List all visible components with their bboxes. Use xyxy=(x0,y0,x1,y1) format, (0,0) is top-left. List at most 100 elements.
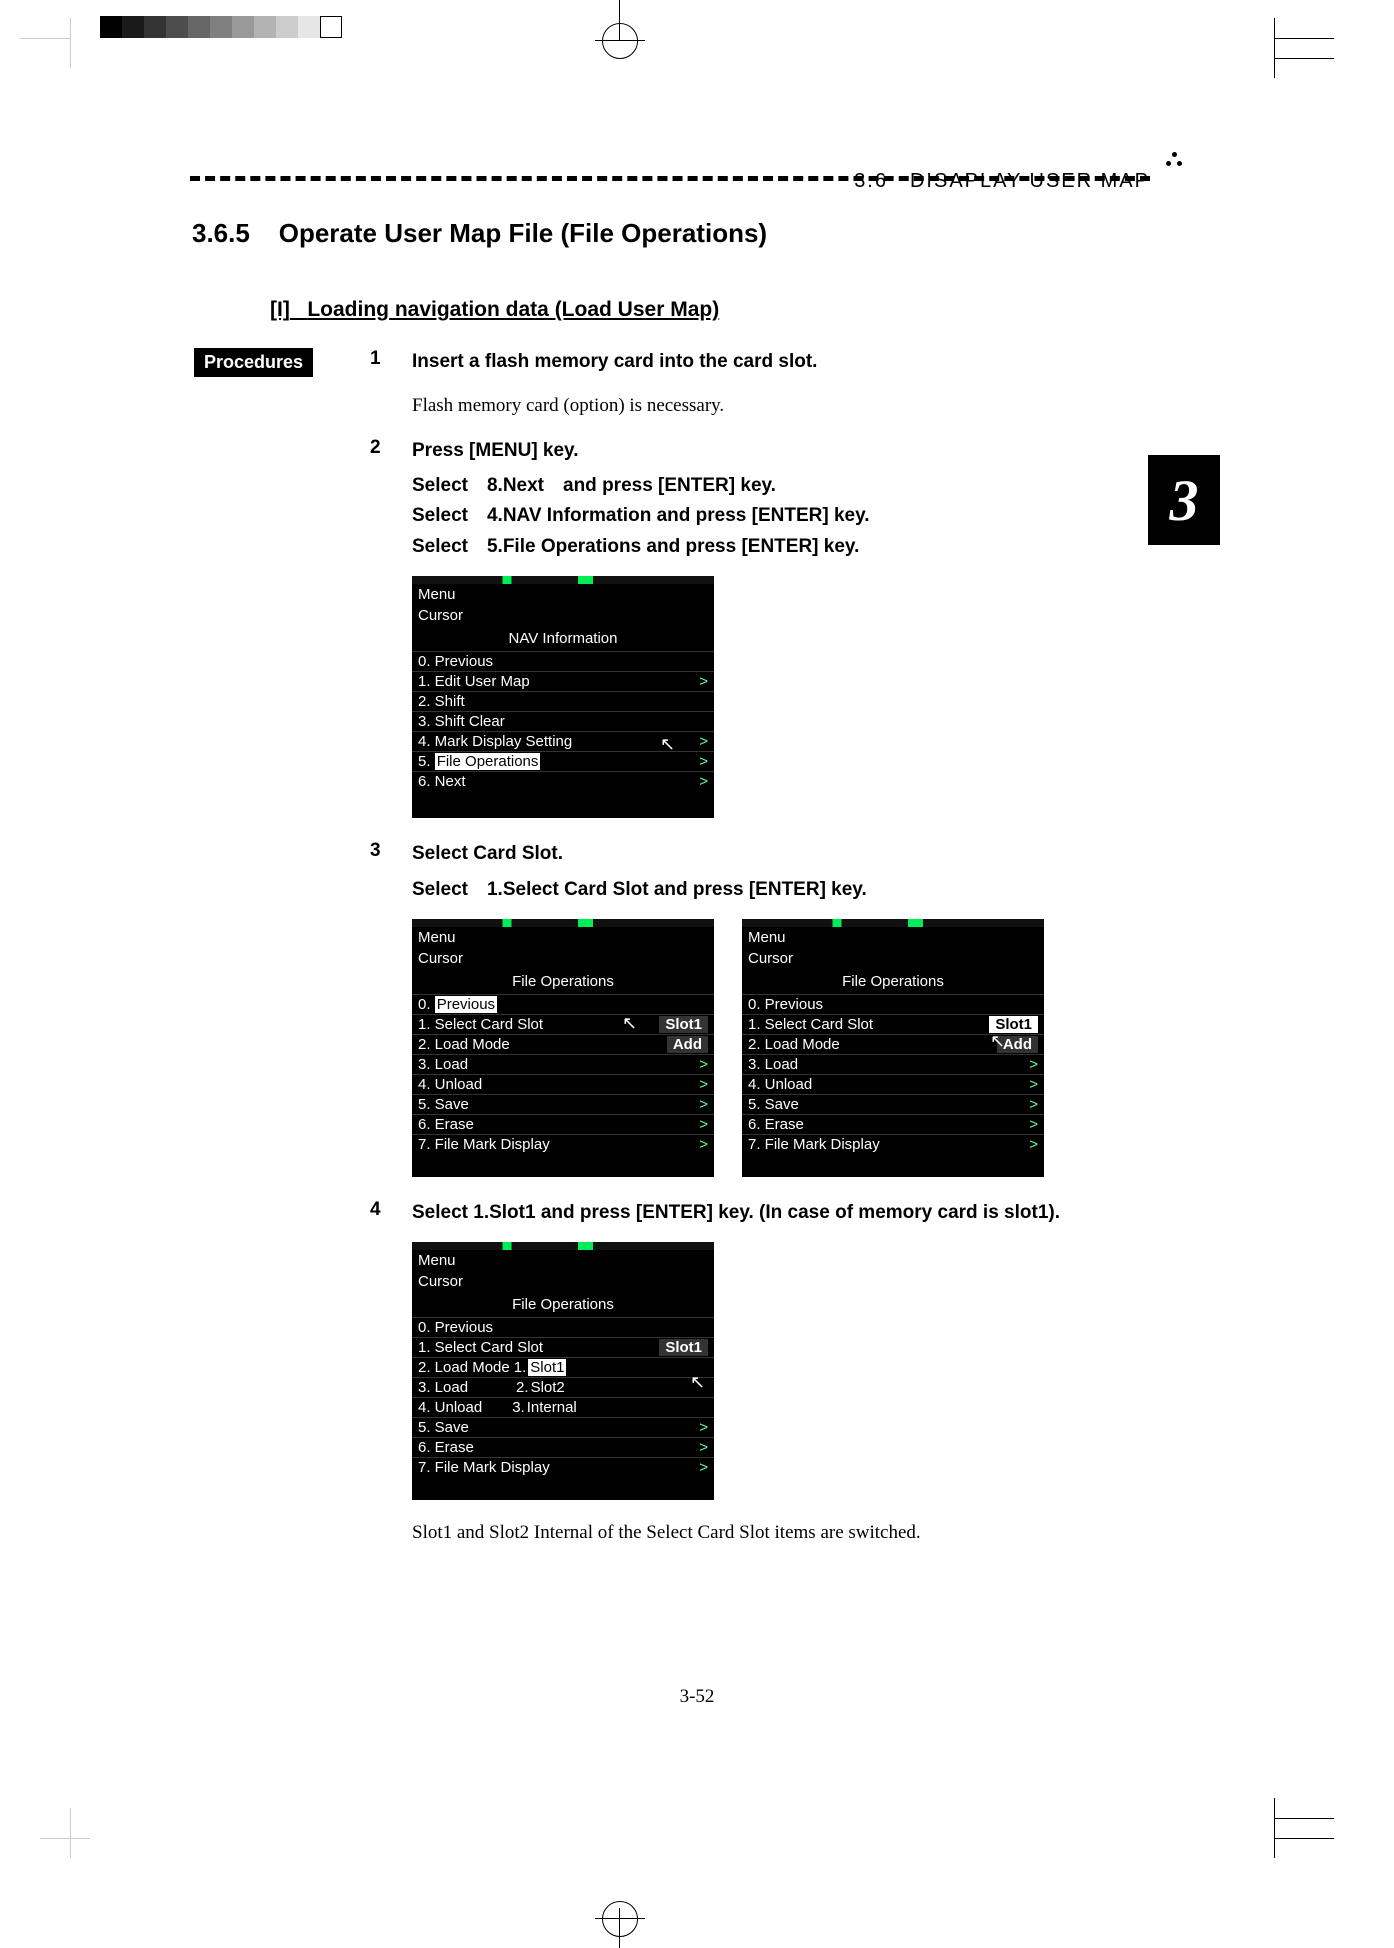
menu-item[interactable]: 0. Previous xyxy=(742,994,1044,1014)
menu-label: Menu xyxy=(412,1250,714,1271)
menu-item[interactable]: 5. Save> xyxy=(412,1417,714,1437)
step-title: Select Card Slot. xyxy=(412,840,563,869)
step-title: Press [MENU] key. xyxy=(412,437,579,466)
sub-label: [I] xyxy=(270,298,290,321)
panel-title: File Operations xyxy=(742,973,1044,990)
menu-item[interactable]: 1. Select Card SlotSlot1 xyxy=(412,1337,714,1357)
step-number: 4 xyxy=(370,1199,412,1221)
menu-item[interactable]: 7. File Mark Display> xyxy=(742,1134,1044,1154)
panel-title: NAV Information xyxy=(412,630,714,647)
menu-item-selected[interactable]: 0. Previous xyxy=(412,994,714,1014)
menu-item[interactable]: 3. Load> xyxy=(412,1054,714,1074)
menu-item[interactable]: 6. Next> xyxy=(412,771,714,791)
panel-title: File Operations xyxy=(412,1296,714,1313)
chevron-right-icon: > xyxy=(699,673,708,690)
step-line: Select 4.NAV Information and press [ENTE… xyxy=(412,501,1110,531)
step-4: 4 Select 1.Slot1 and press [ENTER] key. … xyxy=(370,1199,1110,1544)
value-badge: Slot1 xyxy=(659,1016,708,1033)
swatch xyxy=(276,16,298,38)
chevron-right-icon: > xyxy=(1029,1116,1038,1133)
menu-item-selected[interactable]: 5. 5. File OperationsFile Operations> xyxy=(412,751,714,771)
menu-item[interactable]: 4. Unload> xyxy=(742,1074,1044,1094)
step-note: Flash memory card (option) is necessary. xyxy=(412,395,1110,417)
menu-item[interactable]: 4. Mark Display Setting> xyxy=(412,731,714,751)
section-title-text: Operate User Map File (File Operations) xyxy=(279,218,767,248)
step-3: 3 Select Card Slot. Select 1.Select Card… xyxy=(370,840,1110,1177)
chevron-right-icon: > xyxy=(699,1419,708,1436)
page-number: 3-52 xyxy=(0,1686,1394,1708)
chevron-right-icon: > xyxy=(699,1096,708,1113)
subsection-title: [I] Loading navigation data (Load User M… xyxy=(270,298,719,322)
menu-item[interactable]: 7. File Mark Display> xyxy=(412,1134,714,1154)
menu-item[interactable]: 0. Previous xyxy=(412,1317,714,1337)
menu-item[interactable]: 2. Load ModeAdd xyxy=(412,1034,714,1054)
cursor-label: Cursor xyxy=(412,605,714,626)
menu-item[interactable]: 1. Edit User Map> xyxy=(412,671,714,691)
menu-label: Menu xyxy=(412,584,714,605)
step-title: Select 1.Slot1 and press [ENTER] key. (I… xyxy=(412,1199,1060,1228)
menu-item[interactable]: 4. Unload3.Internal xyxy=(412,1397,714,1417)
menu-item[interactable]: 6. Erase> xyxy=(412,1437,714,1457)
chapter-tab: 3 xyxy=(1148,455,1220,545)
chevron-right-icon: > xyxy=(699,753,708,770)
screenshot-slot-dropdown: Menu Cursor File Operations 0. Previous … xyxy=(412,1242,714,1500)
menu-item[interactable]: 5. Save> xyxy=(742,1094,1044,1114)
menu-item[interactable]: 2. Load ModeAdd xyxy=(742,1034,1044,1054)
step-line: Select 1.Select Card Slot and press [ENT… xyxy=(412,875,1110,905)
menu-item[interactable]: 2. Shift xyxy=(412,691,714,711)
menu-item[interactable]: 2. Load Mode1.Slot1 xyxy=(412,1357,714,1377)
chevron-right-icon: > xyxy=(699,1459,708,1476)
chevron-right-icon: > xyxy=(699,1076,708,1093)
procedures-badge: Procedures xyxy=(194,348,313,377)
menu-item[interactable]: 3. Shift Clear xyxy=(412,711,714,731)
menu-item[interactable]: 6. Erase> xyxy=(742,1114,1044,1134)
swatch xyxy=(100,16,122,38)
menu-item[interactable]: 6. Erase> xyxy=(412,1114,714,1134)
chevron-right-icon: > xyxy=(699,1439,708,1456)
grayscale-swatches xyxy=(100,16,342,38)
cursor-label: Cursor xyxy=(412,1271,714,1292)
menu-label: Menu xyxy=(412,927,714,948)
menu-item-selected[interactable]: 1. Select Card SlotSlot1 xyxy=(742,1014,1044,1034)
section-number: 3.6.5 xyxy=(192,218,250,248)
menu-item[interactable]: 3. Load> xyxy=(742,1054,1044,1074)
swatch xyxy=(188,16,210,38)
swatch xyxy=(254,16,276,38)
step-line: Select 8.Next and press [ENTER] key. xyxy=(412,471,1110,501)
chevron-right-icon: > xyxy=(699,1136,708,1153)
cursor-label: Cursor xyxy=(742,948,1044,969)
value-badge: Add xyxy=(997,1036,1038,1053)
swatch xyxy=(166,16,188,38)
value-badge: Slot1 xyxy=(659,1339,708,1356)
cursor-label: Cursor xyxy=(412,948,714,969)
step-2: 2 Press [MENU] key. Select 8.Next and pr… xyxy=(370,437,1110,819)
dropdown-option-selected[interactable]: Slot1 xyxy=(528,1359,566,1376)
menu-item[interactable]: 5. Save> xyxy=(412,1094,714,1114)
swatch xyxy=(232,16,254,38)
value-badge: Add xyxy=(667,1036,708,1053)
menu-item[interactable]: 3. Load2.Slot2 xyxy=(412,1377,714,1397)
dropdown-option[interactable]: Slot2 xyxy=(531,1379,565,1396)
menu-item[interactable]: 1. Select Card SlotSlot1 xyxy=(412,1014,714,1034)
menu-item[interactable]: 0. Previous xyxy=(412,651,714,671)
chevron-right-icon: > xyxy=(699,1116,708,1133)
chevron-right-icon: > xyxy=(1029,1136,1038,1153)
step-number: 2 xyxy=(370,437,412,459)
content-column: 1 Insert a flash memory card into the ca… xyxy=(370,348,1110,1564)
dashed-divider xyxy=(190,176,1150,181)
corner-mark xyxy=(40,38,90,88)
dots-icon xyxy=(1166,152,1182,166)
swatch xyxy=(298,16,320,38)
screenshot-file-ops-slot: Menu Cursor File Operations 0. Previous … xyxy=(742,919,1044,1177)
dropdown-option[interactable]: Internal xyxy=(527,1399,577,1416)
chevron-right-icon: > xyxy=(1029,1096,1038,1113)
menu-item[interactable]: 7. File Mark Display> xyxy=(412,1457,714,1477)
screenshot-file-ops-previous: Menu Cursor File Operations 0. Previous … xyxy=(412,919,714,1177)
swatch xyxy=(122,16,144,38)
switch-note: Slot1 and Slot2 Internal of the Select C… xyxy=(412,1522,1110,1544)
step-line: Select 5.File Operations and press [ENTE… xyxy=(412,532,1110,562)
menu-item[interactable]: 4. Unload> xyxy=(412,1074,714,1094)
chevron-right-icon: > xyxy=(699,733,708,750)
chevron-right-icon: > xyxy=(1029,1056,1038,1073)
section-title: 3.6.5 Operate User Map File (File Operat… xyxy=(192,218,767,249)
